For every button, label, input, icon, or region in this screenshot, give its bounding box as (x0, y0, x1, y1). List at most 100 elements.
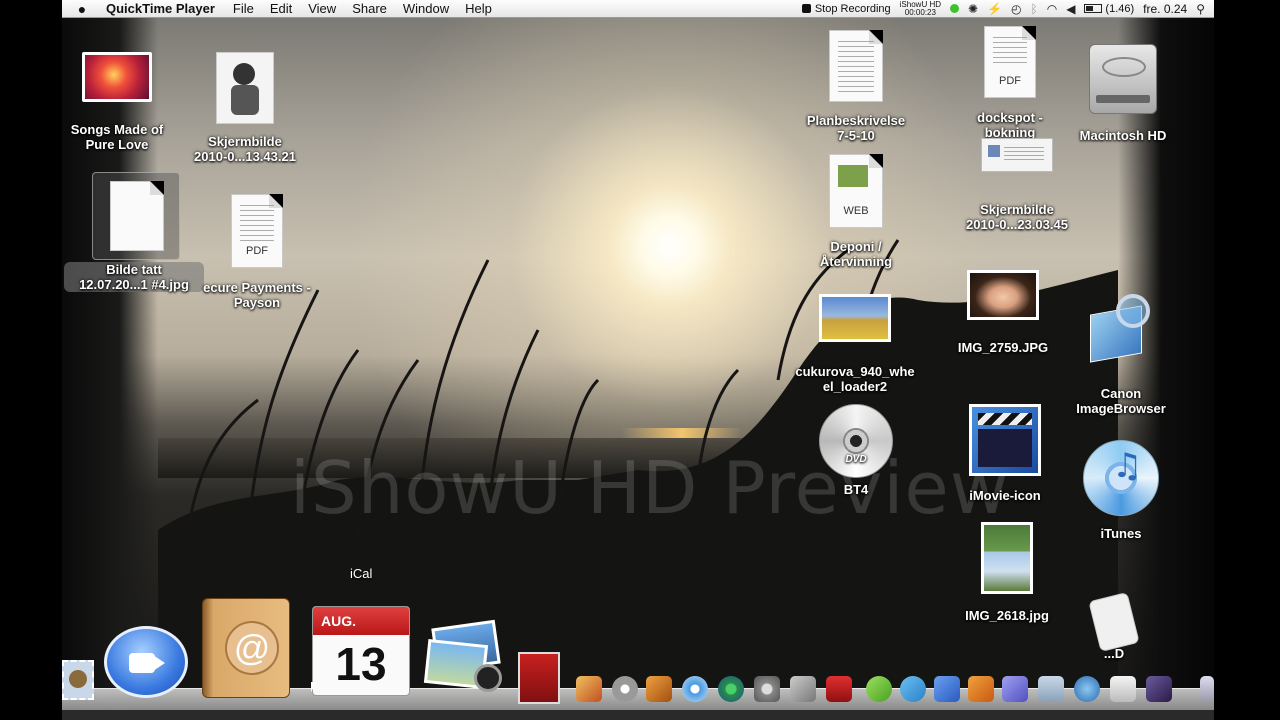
icon-label: ecure Payments - Payson (203, 280, 311, 310)
dock-documents-icon[interactable] (1110, 676, 1136, 702)
icon-label: Bilde tatt 12.07.20...1 #4.jpg (64, 262, 204, 292)
icon-label: iTunes (1100, 526, 1142, 541)
stop-recording-button[interactable]: Stop Recording (801, 2, 891, 15)
bluetooth-icon[interactable]: ᛒ (1031, 2, 1038, 16)
dock-garageband-icon[interactable] (646, 676, 672, 702)
battery-icon (1084, 4, 1103, 13)
photo-thumbnail (967, 270, 1039, 320)
icon-label: IMG_2618.jpg (965, 608, 1049, 623)
dock-facetime-icon[interactable] (104, 626, 188, 698)
screenshot-thumbnail (216, 52, 274, 124)
dock-word-icon[interactable] (934, 676, 960, 702)
menu-view[interactable]: View (300, 0, 344, 18)
menu-app-name[interactable]: QuickTime Player (102, 0, 225, 18)
dock-system-preferences-icon[interactable] (754, 676, 780, 702)
menu-file[interactable]: File (225, 0, 262, 18)
pdf-document-icon: PDF (984, 26, 1036, 98)
dock-chair-app-icon[interactable] (826, 676, 852, 702)
icon-label: dockspot - bokning (977, 110, 1043, 140)
desktop-icon-songs[interactable]: Songs Made of Pure Love (64, 52, 170, 152)
dock-preview-icon[interactable] (576, 676, 602, 702)
canon-imagebrowser-icon (1086, 294, 1156, 366)
dock-imovie-star-icon[interactable] (612, 676, 638, 702)
menu-share[interactable]: Share (344, 0, 395, 18)
icon-label: Songs Made of Pure Love (70, 122, 164, 152)
desktop-icon-script[interactable]: ...D (1076, 591, 1152, 661)
desktop-icon-secure-payments[interactable]: PDF ecure Payments - Payson (196, 194, 318, 310)
stop-icon (801, 4, 811, 13)
icon-label: Skjermbilde 2010-0...23.03.45 (966, 202, 1068, 232)
dock-trash-icon[interactable] (1200, 676, 1214, 702)
desktop-icon-bilde-tatt[interactable]: Bilde tatt 12.07.20...1 #4.jpg (64, 172, 204, 292)
dock-applications-folder-icon[interactable] (1038, 676, 1064, 702)
dock-entourage-icon[interactable] (1002, 676, 1028, 702)
icon-label: BT4 (843, 482, 869, 497)
hard-drive-icon (1089, 44, 1157, 114)
desktop-icon-planbeskrivelse[interactable]: Planbeskrivelse 7-5-10 (796, 30, 916, 143)
dock-base (62, 710, 1214, 720)
icon-label: Planbeskrivelse 7-5-10 (806, 113, 906, 143)
status-dot-icon[interactable] (950, 4, 959, 13)
selection-highlight (92, 172, 180, 260)
menu-bar: ● QuickTime Player File Edit View Share … (62, 0, 1214, 18)
desktop-icon-macintosh-hd[interactable]: Macintosh HD (1064, 44, 1182, 143)
dock-ical-icon[interactable]: AUG. 13 (312, 606, 410, 696)
script-scroll-icon (1086, 591, 1142, 656)
sync-icon[interactable]: ⚡ (987, 2, 1002, 16)
screen: iShowU HD Preview Songs Made of Pure Lov… (62, 0, 1214, 720)
dock-powerpoint-icon[interactable] (968, 676, 994, 702)
desktop-icon-deponi[interactable]: WEB Deponi / Återvinning (800, 154, 912, 269)
menu-help[interactable]: Help (457, 0, 500, 18)
wifi-icon[interactable]: ◠ (1047, 2, 1057, 16)
itunes-icon: ♫ (1083, 440, 1159, 516)
desktop-icon-img-2759[interactable]: IMG_2759.JPG (938, 270, 1068, 355)
photo-thumbnail (981, 522, 1033, 594)
dock-dvd-player-icon[interactable] (790, 676, 816, 702)
dock-green-app-icon[interactable] (866, 676, 892, 702)
volume-icon[interactable]: ◀ (1066, 2, 1075, 16)
dock-ishowu-icon[interactable] (1146, 676, 1172, 702)
menu-clock[interactable]: fre. 0.24 (1143, 2, 1187, 16)
dvd-disc-icon: DVD (819, 404, 893, 478)
dock-photo-booth-icon[interactable] (518, 652, 560, 704)
imovie-icon (969, 404, 1041, 476)
text-document-icon (829, 30, 883, 102)
dock-address-book-icon[interactable]: @ (202, 598, 290, 698)
icon-label: IMG_2759.JPG (957, 340, 1049, 355)
menu-window[interactable]: Window (395, 0, 457, 18)
desktop-icon-canon[interactable]: Canon ImageBrowser (1062, 294, 1180, 416)
pdf-document-icon: PDF (231, 194, 283, 268)
desktop-icon-bt4[interactable]: DVD BT4 (806, 404, 906, 497)
dock-canon-icon[interactable] (1074, 676, 1100, 702)
dock-iphoto-icon[interactable] (423, 619, 506, 694)
icon-label: Canon ImageBrowser (1076, 386, 1166, 416)
battery-time: (1.46) (1105, 2, 1135, 15)
icon-label: Deponi / Återvinning (819, 239, 893, 269)
dock-tooltip: iCal (350, 566, 373, 581)
dock-messenger-icon[interactable] (900, 676, 926, 702)
desktop-icon-skjermbilde-1[interactable]: Skjermbilde 2010-0...13.43.21 (184, 52, 306, 164)
apple-menu-icon[interactable]: ● (62, 1, 102, 17)
ishowu-status[interactable]: iShowU HD 00:00:23 (900, 0, 941, 17)
menu-edit[interactable]: Edit (262, 0, 300, 18)
desktop-icon-itunes[interactable]: ♫ iTunes (1070, 440, 1172, 541)
battery-status[interactable]: (1.46) (1084, 3, 1134, 15)
mouse-cursor-icon (311, 682, 317, 692)
desktop-icon-dockspot[interactable]: PDF dockspot - bokning (950, 26, 1070, 140)
desktop-icon-imovie-icon[interactable]: iMovie-icon (940, 404, 1070, 503)
icon-label: iMovie-icon (969, 488, 1041, 503)
dock-itunes-icon[interactable] (682, 676, 708, 702)
desktop-icon-cukurova[interactable]: cukurova_940_whe el_loader2 (788, 294, 922, 394)
screenshot-thumbnail (981, 138, 1053, 172)
dock-mail-stamp-icon[interactable] (62, 660, 94, 700)
web-document-icon: WEB (829, 154, 883, 228)
desktop-icon-img-2618[interactable]: IMG_2618.jpg (942, 522, 1072, 623)
script-menu-icon[interactable]: ✺ (968, 2, 978, 16)
icon-label: Skjermbilde 2010-0...13.43.21 (194, 134, 296, 164)
time-machine-icon[interactable]: ◴ (1011, 2, 1021, 16)
desktop-icon-skjermbilde-2[interactable]: Skjermbilde 2010-0...23.03.45 (950, 138, 1084, 232)
spotlight-search-icon[interactable]: ⚲ (1196, 2, 1205, 16)
dock-time-machine-icon[interactable] (718, 676, 744, 702)
album-thumbnail (82, 52, 152, 102)
stop-recording-label: Stop Recording (814, 2, 891, 15)
